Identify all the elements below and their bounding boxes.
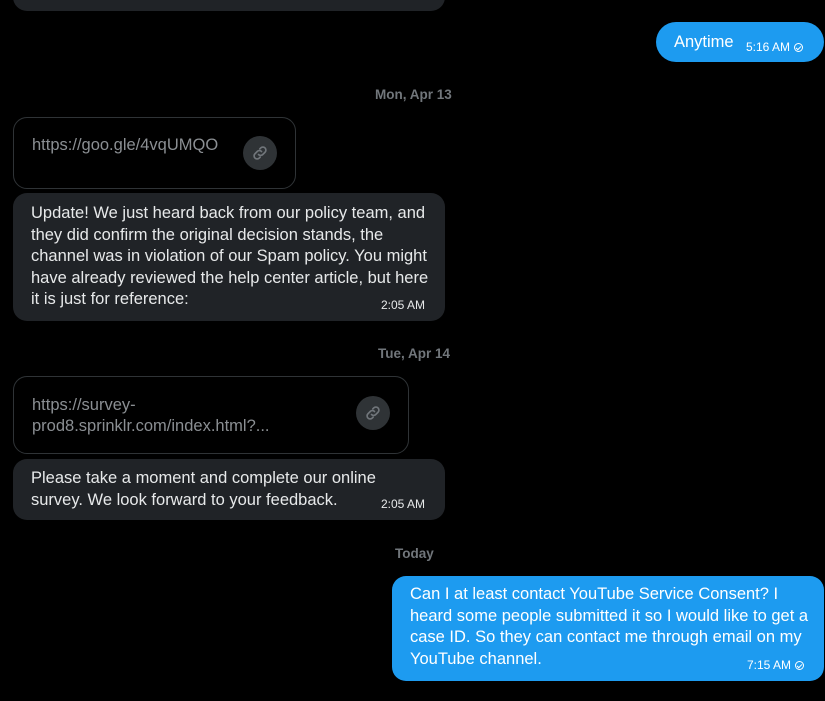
- message-timestamp: 2:05 AM: [381, 298, 426, 312]
- date-divider: Mon, Apr 13: [375, 87, 452, 102]
- message-bubble-incoming[interactable]: Update! We just heard back from our poli…: [13, 193, 445, 321]
- link-icon: [356, 396, 390, 430]
- message-bubble-incoming-partial[interactable]: [13, 0, 445, 11]
- timestamp-text: 7:15 AM: [747, 658, 792, 672]
- message-bubble-incoming[interactable]: Please take a moment and complete our on…: [13, 459, 445, 520]
- message-text: Anytime: [674, 33, 734, 51]
- message-timestamp: 5:16 AM: [746, 40, 804, 54]
- link-url-line: prod8.sprinklr.com/index.html?...: [32, 417, 270, 435]
- sent-check-icon: [794, 43, 804, 52]
- date-divider: Today: [395, 546, 434, 561]
- message-timestamp: 2:05 AM: [381, 497, 426, 511]
- message-bubble-outgoing[interactable]: Can I at least contact YouTube Service C…: [392, 576, 824, 681]
- link-url: https://goo.gle/4vqUMQO: [32, 136, 219, 154]
- link-preview-card[interactable]: https://survey- prod8.sprinklr.com/index…: [13, 376, 409, 454]
- message-text: Please take a moment and complete our on…: [31, 469, 376, 509]
- date-divider: Tue, Apr 14: [378, 346, 451, 361]
- message-bubble-outgoing[interactable]: Anytime 5:16 AM: [656, 22, 824, 62]
- link-preview-card[interactable]: https://goo.gle/4vqUMQO: [13, 117, 296, 189]
- link-icon: [243, 136, 277, 170]
- message-timestamp: 7:15 AM: [747, 658, 805, 672]
- link-url-line: https://survey-: [32, 396, 136, 414]
- sent-check-icon: [795, 661, 805, 670]
- link-url: https://survey- prod8.sprinklr.com/index…: [32, 395, 270, 437]
- message-text: Update! We just heard back from our poli…: [31, 204, 429, 308]
- timestamp-text: 5:16 AM: [746, 40, 791, 54]
